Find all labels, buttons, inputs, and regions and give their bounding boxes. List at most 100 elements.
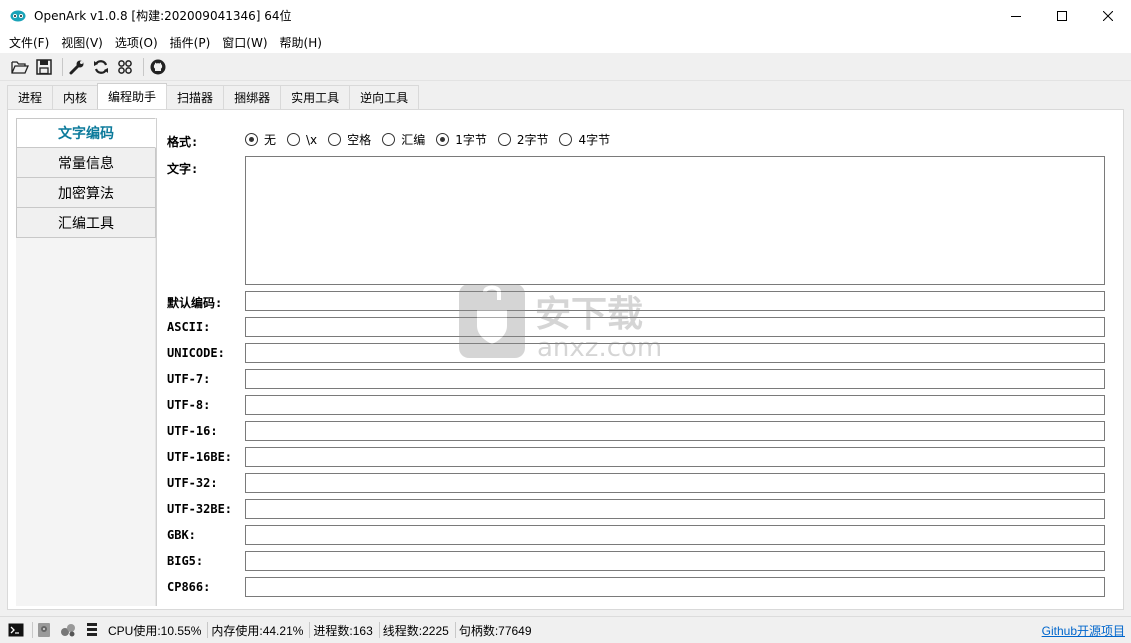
menu-plugins[interactable]: 插件(P) (165, 34, 216, 51)
utf16be-field[interactable] (245, 447, 1105, 467)
wrench-icon (69, 60, 84, 74)
radio-none-label: 无 (264, 133, 277, 147)
utf8-field[interactable] (245, 395, 1105, 415)
radio-2-byte[interactable]: 2字节 (497, 131, 548, 148)
radio-4-byte[interactable]: 4字节 (559, 131, 610, 148)
save-icon (36, 58, 52, 75)
coder-sidenav: 文字编码 常量信息 加密算法 汇编工具 (16, 118, 156, 238)
title-bar: OpenArk v1.0.8 [构建:202009041346] 64位 (0, 0, 1131, 31)
radio-assembly-label: 汇编 (401, 133, 426, 147)
radio-1-byte[interactable]: 1字节 (436, 131, 487, 148)
tools-button[interactable] (67, 57, 87, 77)
tab-kernel[interactable]: 内核 (52, 85, 99, 109)
tab-coder[interactable]: 编程助手 (97, 83, 168, 109)
radio-none[interactable]: 无 (245, 131, 276, 148)
handle-count: 句柄数:77649 (458, 623, 532, 638)
github-icon (150, 59, 166, 74)
main-tabs: 进程 内核 编程助手 扫描器 捆绑器 实用工具 逆向工具 (7, 83, 420, 109)
radio-hex-escape-dot[interactable] (287, 133, 301, 146)
radio-1-byte-dot[interactable] (436, 133, 450, 146)
big5-field[interactable] (245, 551, 1105, 571)
status-bar: CPU使用:10.55% 内存使用:44.21% 进程数:163 线程数:222… (0, 616, 1131, 643)
radio-4-byte-dot[interactable] (559, 133, 573, 146)
tab-bundler[interactable]: 捆绑器 (223, 85, 282, 109)
menu-view[interactable]: 视图(V) (56, 34, 108, 51)
radio-space-label: 空格 (347, 133, 372, 147)
radio-space[interactable]: 空格 (328, 131, 371, 148)
watermark: 安下载 anxz.com (457, 282, 677, 363)
menu-window[interactable]: 窗口(W) (217, 34, 272, 51)
sidenav-crypto[interactable]: 加密算法 (16, 178, 156, 208)
menu-options[interactable]: 选项(O) (110, 34, 163, 51)
memory-icon (87, 623, 97, 636)
unicode-label: UNICODE: (167, 346, 225, 360)
disk-button[interactable] (36, 622, 52, 638)
menu-file[interactable]: 文件(F) (4, 34, 54, 51)
save-button[interactable] (34, 57, 54, 77)
grid-button[interactable] (115, 57, 135, 77)
menu-help[interactable]: 帮助(H) (275, 34, 327, 51)
status-divider (207, 622, 209, 638)
utf32be-field[interactable] (245, 499, 1105, 519)
utf16be-label: UTF-16BE: (167, 450, 233, 464)
cp866-field[interactable] (245, 577, 1105, 597)
network-button[interactable] (60, 622, 76, 638)
maximize-icon (1057, 10, 1067, 21)
watermark-text-en: anxz.com (537, 333, 662, 362)
process-count: 进程数:163 (313, 623, 373, 638)
toolbar-separator (143, 57, 144, 76)
window-title: OpenArk v1.0.8 [构建:202009041346] 64位 (34, 9, 292, 23)
openark-logo-icon (10, 10, 26, 22)
memory-button[interactable] (84, 622, 100, 638)
disk-icon (38, 623, 50, 637)
maximize-button[interactable] (1039, 0, 1085, 31)
utf32-label: UTF-32: (167, 476, 218, 490)
text-input[interactable] (245, 156, 1105, 285)
radio-2-byte-dot[interactable] (497, 133, 511, 146)
toolbar (0, 53, 1131, 81)
utf7-field[interactable] (245, 369, 1105, 389)
watermark-text-cn: 安下载 (535, 294, 643, 335)
utf32-field[interactable] (245, 473, 1105, 493)
github-button[interactable] (148, 57, 168, 77)
radio-space-dot[interactable] (328, 133, 342, 146)
watermark-shield-icon: 安下载 anxz.com (459, 284, 662, 363)
default-encoding-label: 默认编码: (167, 296, 223, 310)
thread-count: 线程数:2225 (382, 623, 449, 638)
open-folder-button[interactable] (10, 57, 30, 77)
status-divider (378, 622, 380, 638)
radio-assembly-dot[interactable] (382, 133, 396, 146)
console-button[interactable] (8, 622, 24, 638)
radio-assembly[interactable]: 汇编 (382, 131, 425, 148)
status-divider (454, 622, 456, 638)
gbk-field[interactable] (245, 525, 1105, 545)
network-icon (61, 624, 75, 637)
sidenav-constants[interactable]: 常量信息 (16, 148, 156, 178)
tab-reverse-tools[interactable]: 逆向工具 (349, 85, 420, 109)
minimize-button[interactable] (993, 0, 1039, 31)
refresh-button[interactable] (91, 57, 111, 77)
big5-label: BIG5: (167, 554, 204, 568)
radio-hex-escape-label: \x (306, 132, 318, 147)
close-button[interactable] (1085, 0, 1131, 31)
minimize-icon (1011, 15, 1021, 17)
tab-utilities[interactable]: 实用工具 (280, 85, 351, 109)
github-project-link[interactable]: Github开源项目 (1042, 622, 1125, 639)
utf7-label: UTF-7: (167, 372, 211, 386)
sidenav-assembler[interactable]: 汇编工具 (16, 208, 156, 238)
utf16-label: UTF-16: (167, 424, 218, 438)
sidenav-text-encoding[interactable]: 文字编码 (16, 118, 156, 148)
memory-usage: 内存使用:44.21% (211, 623, 304, 638)
status-divider (32, 622, 33, 638)
tab-process[interactable]: 进程 (7, 85, 54, 109)
utf16-field[interactable] (245, 421, 1105, 441)
menu-bar: 文件(F) 视图(V) 选项(O) 插件(P) 窗口(W) 帮助(H) (0, 31, 1131, 53)
refresh-icon (94, 59, 108, 74)
ascii-label: ASCII: (167, 320, 211, 334)
radio-none-dot[interactable] (245, 133, 258, 146)
radio-hex-escape[interactable]: \x (287, 133, 317, 147)
grid-icon (118, 59, 132, 74)
cp866-label: CP866: (167, 580, 211, 594)
format-label: 格式: (167, 135, 199, 149)
tab-scanner[interactable]: 扫描器 (166, 85, 225, 109)
